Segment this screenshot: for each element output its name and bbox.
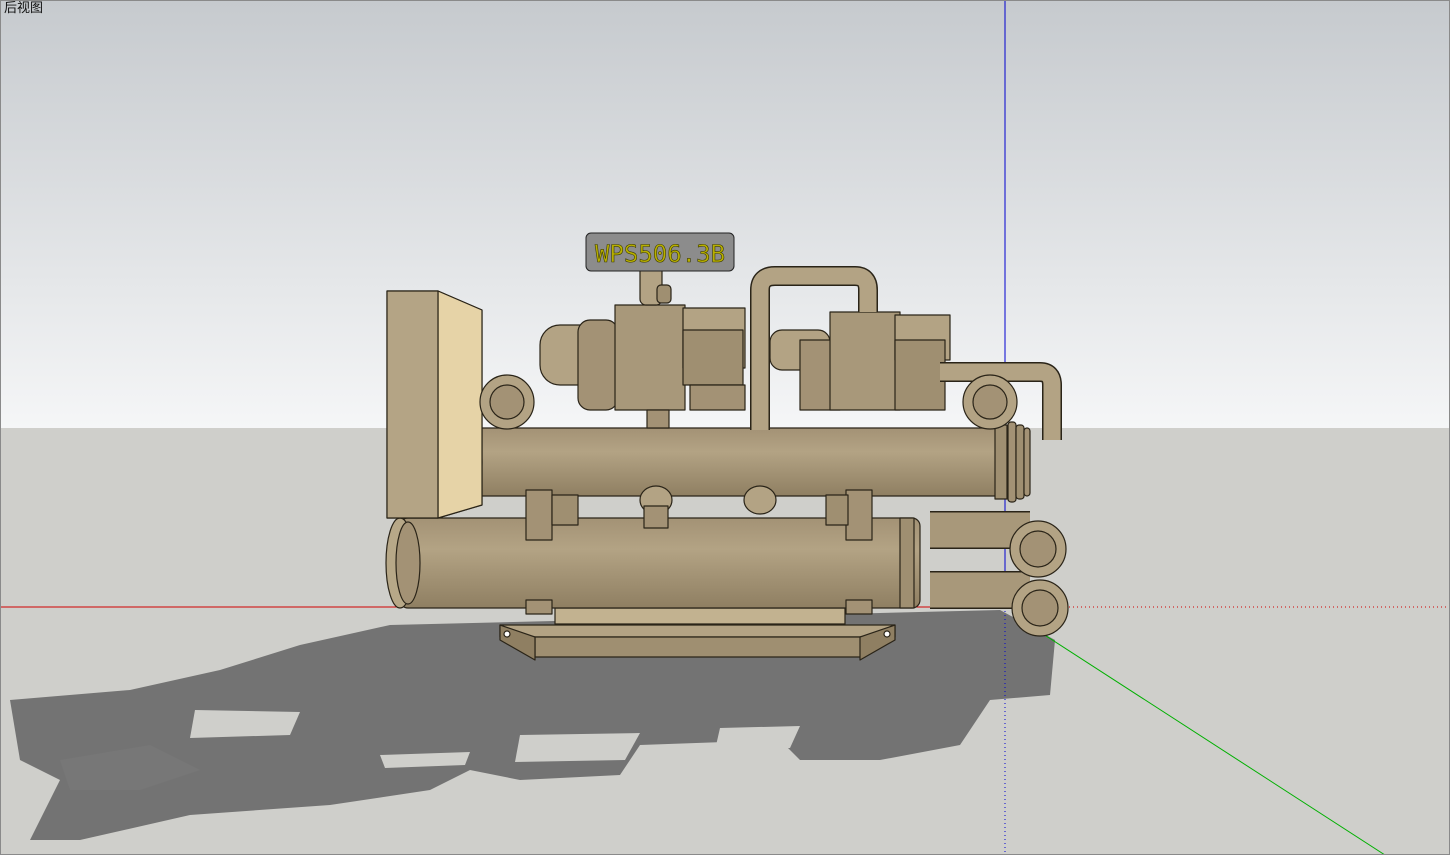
- base-frame: [499, 607, 896, 661]
- evaporator-shell[interactable]: [385, 517, 921, 615]
- model-tag-label: WPS506.3B: [595, 240, 725, 268]
- model-tag[interactable]: WPS506.3B: [585, 232, 735, 272]
- view-label: 后视图: [4, 1, 44, 16]
- control-cabinet[interactable]: [386, 290, 483, 519]
- scene-canvas[interactable]: WPS506.3B: [0, 0, 1450, 855]
- 3d-viewport[interactable]: WPS506.3B 后视图: [0, 0, 1450, 855]
